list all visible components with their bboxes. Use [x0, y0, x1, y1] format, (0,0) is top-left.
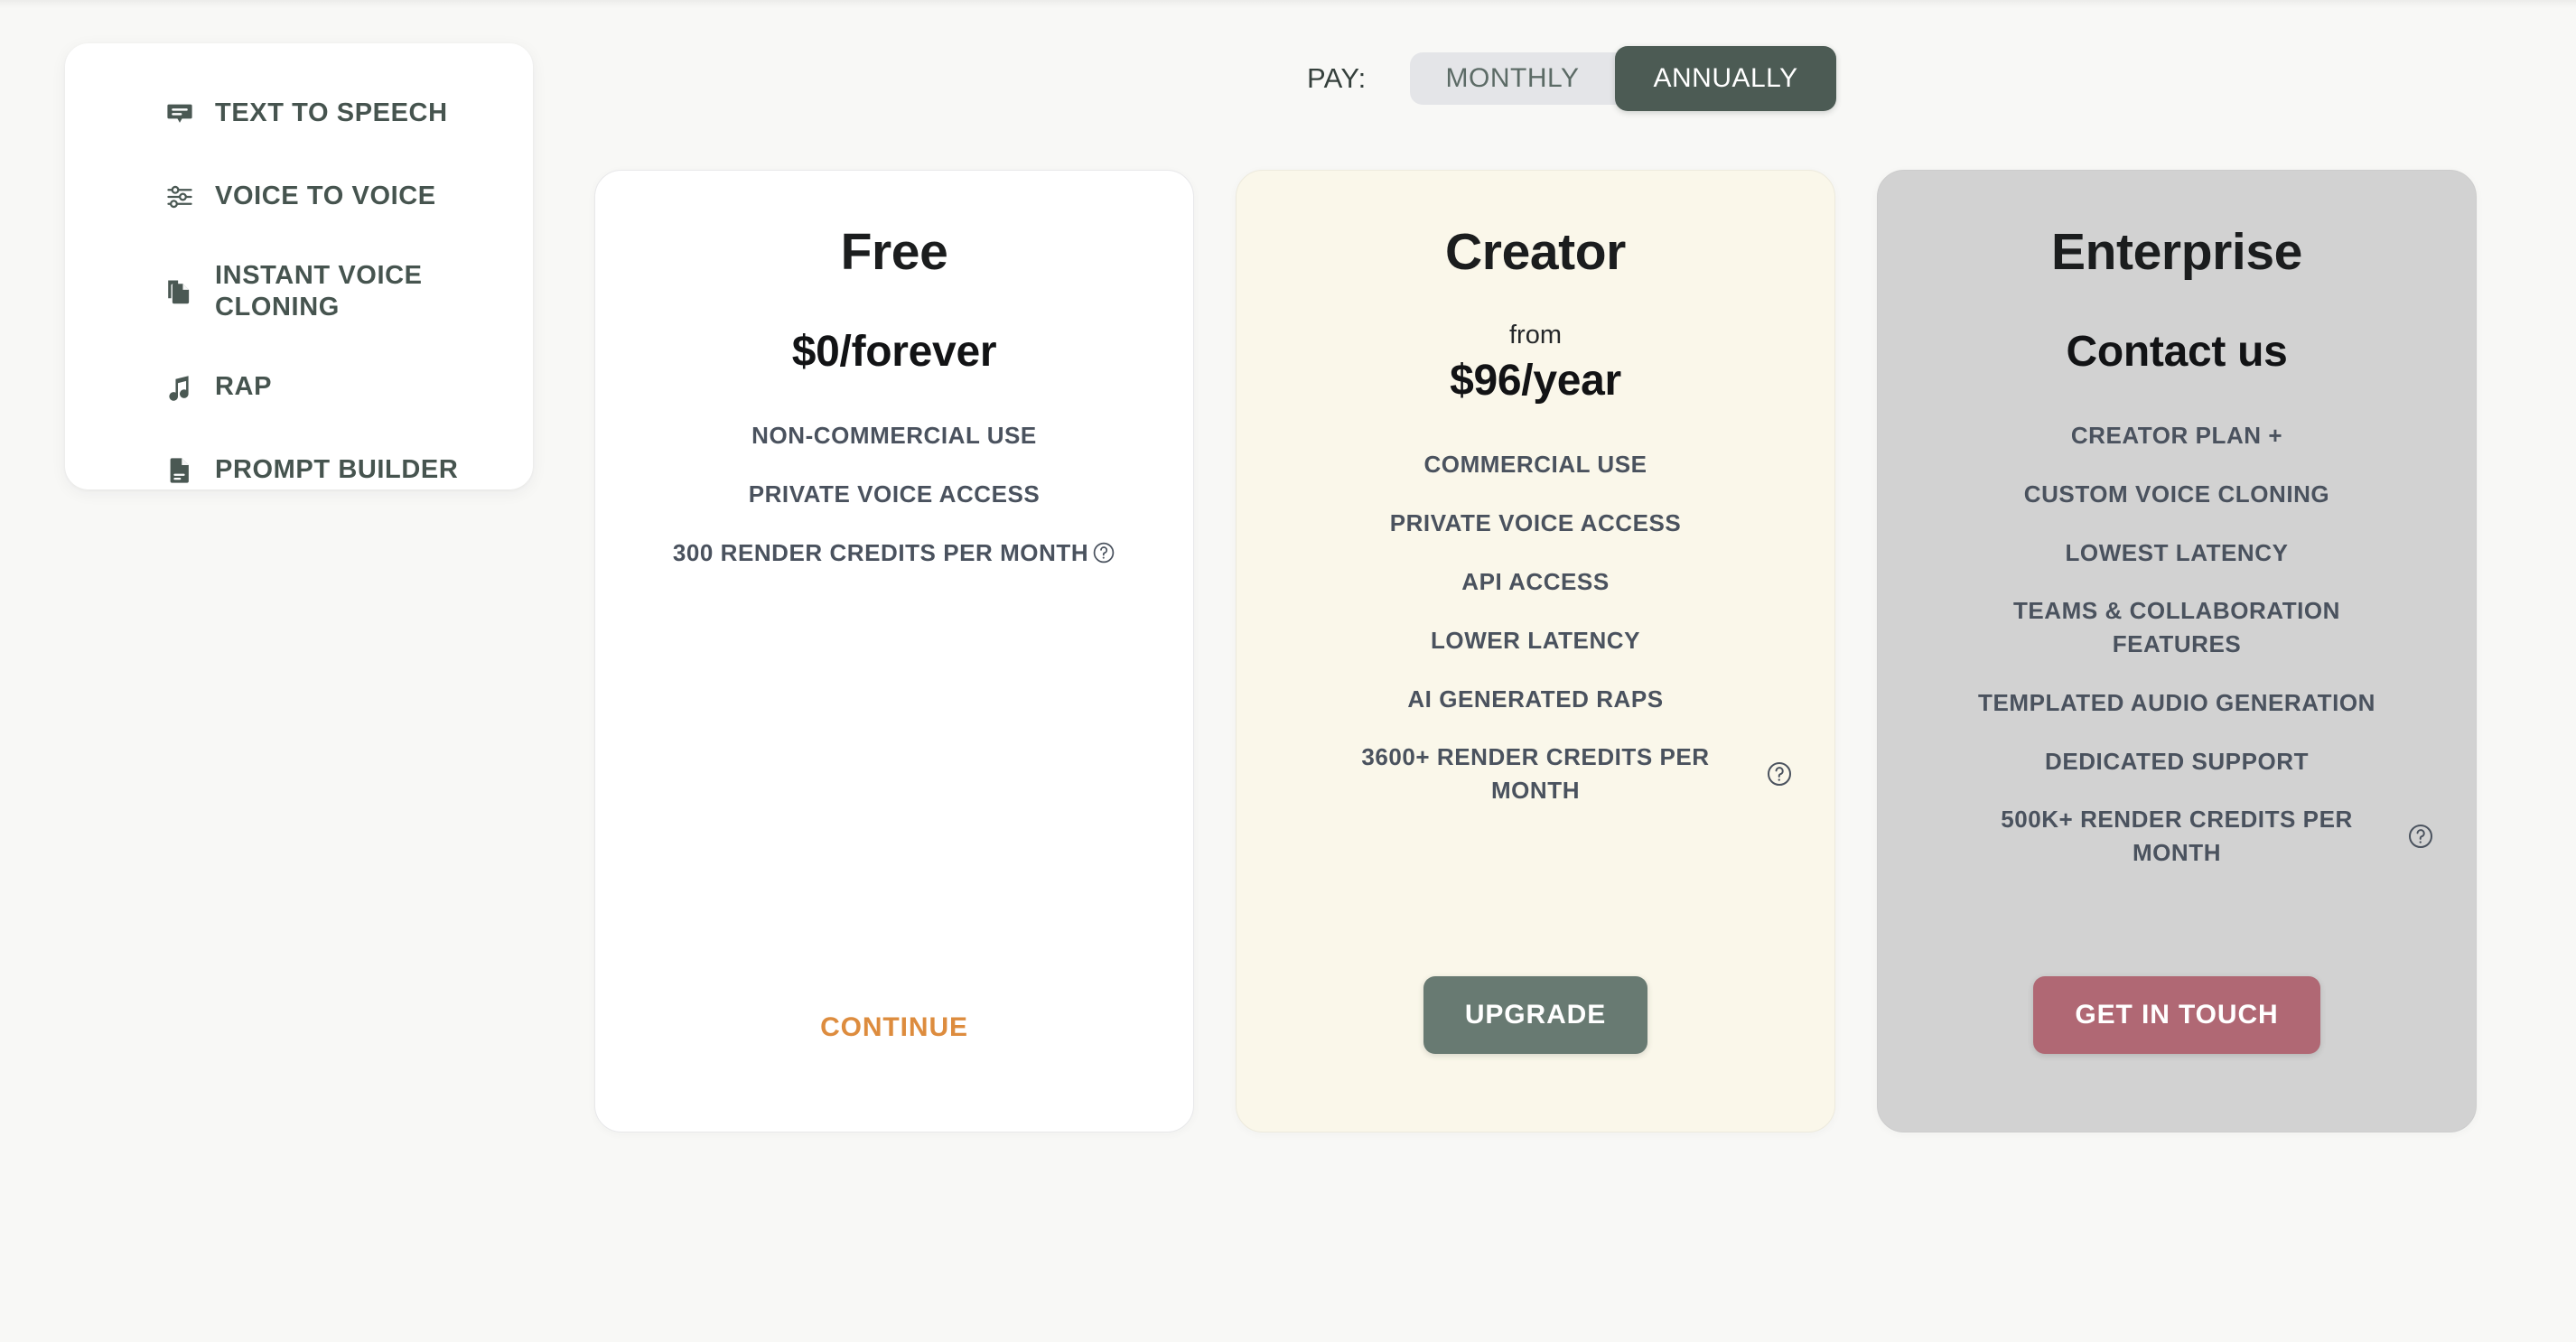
- feature-label: AI GENERATED RAPS: [1407, 685, 1664, 713]
- feature-row: PRIVATE VOICE ACCESS: [630, 477, 1159, 511]
- document-icon: [164, 455, 195, 486]
- feature-label: 3600+ RENDER CREDITS PER MONTH: [1361, 743, 1710, 804]
- billing-period-row: PAY: MONTHLY ANNUALLY: [1307, 46, 1836, 111]
- plan-price-block: $0/forever: [630, 322, 1159, 377]
- feature-row: TEAMS & COLLABORATION FEATURES: [1912, 594, 2441, 661]
- feature-label: TEMPLATED AUDIO GENERATION: [1978, 688, 2375, 716]
- feature-row: CUSTOM VOICE CLONING: [1912, 477, 2441, 511]
- price-value: $0/forever: [791, 328, 997, 376]
- feature-list: COMMERCIAL USE PRIVATE VOICE ACCESS API AC…: [1271, 447, 1800, 832]
- feature-label: COMMERCIAL USE: [1423, 450, 1647, 478]
- sidebar-item-label: RAP: [215, 372, 273, 402]
- feature-list: CREATOR PLAN + CUSTOM VOICE CLONING LOWEST…: [1912, 418, 2441, 894]
- pricing-cards: Free $0/forever NON-COMMERCIAL USE PRIVATE …: [594, 170, 2477, 1132]
- cta-container: UPGRADE: [1271, 976, 1800, 1132]
- feature-row: 500K+ RENDER CREDITS PER MONTH: [1912, 803, 2441, 870]
- feature-label: LOWER LATENCY: [1431, 626, 1640, 654]
- enterprise-cta-button[interactable]: GET IN TOUCH: [2033, 976, 2320, 1054]
- pay-label: PAY:: [1307, 62, 1367, 94]
- sidebar-item-text-to-speech[interactable]: TEXT TO SPEECH: [65, 94, 533, 134]
- feature-row: TEMPLATED AUDIO GENERATION: [1912, 685, 2441, 720]
- plan-name: Creator: [1445, 223, 1626, 281]
- billing-option-monthly[interactable]: MONTHLY: [1410, 52, 1616, 105]
- billing-period-toggle[interactable]: MONTHLY ANNUALLY: [1409, 46, 1836, 111]
- cta-container: CONTINUE: [630, 1002, 1159, 1132]
- feature-list: NON-COMMERCIAL USE PRIVATE VOICE ACCESS 30…: [630, 418, 1159, 594]
- speech-bubble-icon: [164, 98, 195, 129]
- sidebar-item-voice-to-voice[interactable]: VOICE TO VOICE: [65, 177, 533, 217]
- pricing-card-free: Free $0/forever NON-COMMERCIAL USE PRIVATE …: [594, 170, 1194, 1132]
- sidebar-item-label: PROMPT BUILDER: [215, 455, 459, 485]
- sidebar-item-label: TEXT TO SPEECH: [215, 98, 448, 128]
- feature-label: LOWEST LATENCY: [2065, 538, 2289, 566]
- help-circle-icon[interactable]: [1766, 760, 1793, 787]
- feature-label: DEDICATED SUPPORT: [2045, 747, 2309, 775]
- feature-label: 500K+ RENDER CREDITS PER MONTH: [2001, 806, 2353, 866]
- pricing-card-creator: Creator from $96/year COMMERCIAL USE PRIVATE…: [1236, 170, 1835, 1132]
- cta-container: GET IN TOUCH: [1912, 976, 2441, 1132]
- feature-row: API ACCESS: [1271, 564, 1800, 599]
- help-circle-icon[interactable]: [1092, 541, 1115, 564]
- feature-label: PRIVATE VOICE ACCESS: [748, 480, 1041, 508]
- price-value: Contact us: [2066, 328, 2288, 376]
- feature-nav-sidebar: TEXT TO SPEECH VOICE TO VOICE INSTANT VOIC…: [65, 43, 533, 489]
- plan-name: Enterprise: [2051, 223, 2302, 281]
- feature-label: CUSTOM VOICE CLONING: [2023, 480, 2330, 508]
- feature-row: LOWER LATENCY: [1271, 623, 1800, 657]
- help-circle-icon[interactable]: [2407, 823, 2434, 850]
- free-cta-button[interactable]: CONTINUE: [813, 1002, 975, 1054]
- billing-option-annually[interactable]: ANNUALLY: [1615, 46, 1836, 111]
- price-value: $96/year: [1450, 356, 1621, 405]
- sidebar-item-prompt-builder[interactable]: PROMPT BUILDER: [65, 451, 533, 490]
- sliders-icon: [164, 182, 195, 212]
- plan-price-block: Contact us: [1912, 322, 2441, 377]
- pricing-card-enterprise: Enterprise Contact us CREATOR PLAN + CUSTOM…: [1877, 170, 2477, 1132]
- feature-label: 300 RENDER CREDITS PER MONTH: [672, 538, 1089, 566]
- feature-row: DEDICATED SUPPORT: [1912, 744, 2441, 778]
- sidebar-item-label: INSTANT VOICE CLONING: [215, 261, 423, 322]
- sidebar-item-instant-voice-cloning[interactable]: INSTANT VOICE CLONING: [65, 260, 533, 324]
- feature-row: PRIVATE VOICE ACCESS: [1271, 506, 1800, 540]
- plan-price-block: from $96/year: [1271, 321, 1800, 405]
- feature-row: COMMERCIAL USE: [1271, 447, 1800, 481]
- feature-row: CREATOR PLAN +: [1912, 418, 2441, 452]
- feature-row: 300 RENDER CREDITS PER MONTH: [630, 536, 1159, 570]
- feature-row: NON-COMMERCIAL USE: [630, 418, 1159, 452]
- feature-label: PRIVATE VOICE ACCESS: [1389, 508, 1682, 536]
- sidebar-item-rap[interactable]: RAP: [65, 368, 533, 407]
- copy-documents-icon: [164, 276, 195, 307]
- feature-row: 3600+ RENDER CREDITS PER MONTH: [1271, 741, 1800, 807]
- page-top-edge: [0, 0, 2576, 9]
- sidebar-item-label: VOICE TO VOICE: [215, 182, 436, 211]
- price-prefix: from: [1509, 321, 1562, 349]
- plan-name: Free: [840, 223, 948, 281]
- feature-label: CREATOR PLAN +: [2070, 421, 2283, 449]
- feature-label: NON-COMMERCIAL USE: [751, 421, 1037, 449]
- feature-label: TEAMS & COLLABORATION FEATURES: [2012, 597, 2341, 658]
- creator-cta-button[interactable]: UPGRADE: [1423, 976, 1648, 1054]
- feature-row: LOWEST LATENCY: [1912, 536, 2441, 570]
- feature-row: AI GENERATED RAPS: [1271, 682, 1800, 716]
- music-note-icon: [164, 372, 195, 403]
- feature-label: API ACCESS: [1461, 567, 1610, 595]
